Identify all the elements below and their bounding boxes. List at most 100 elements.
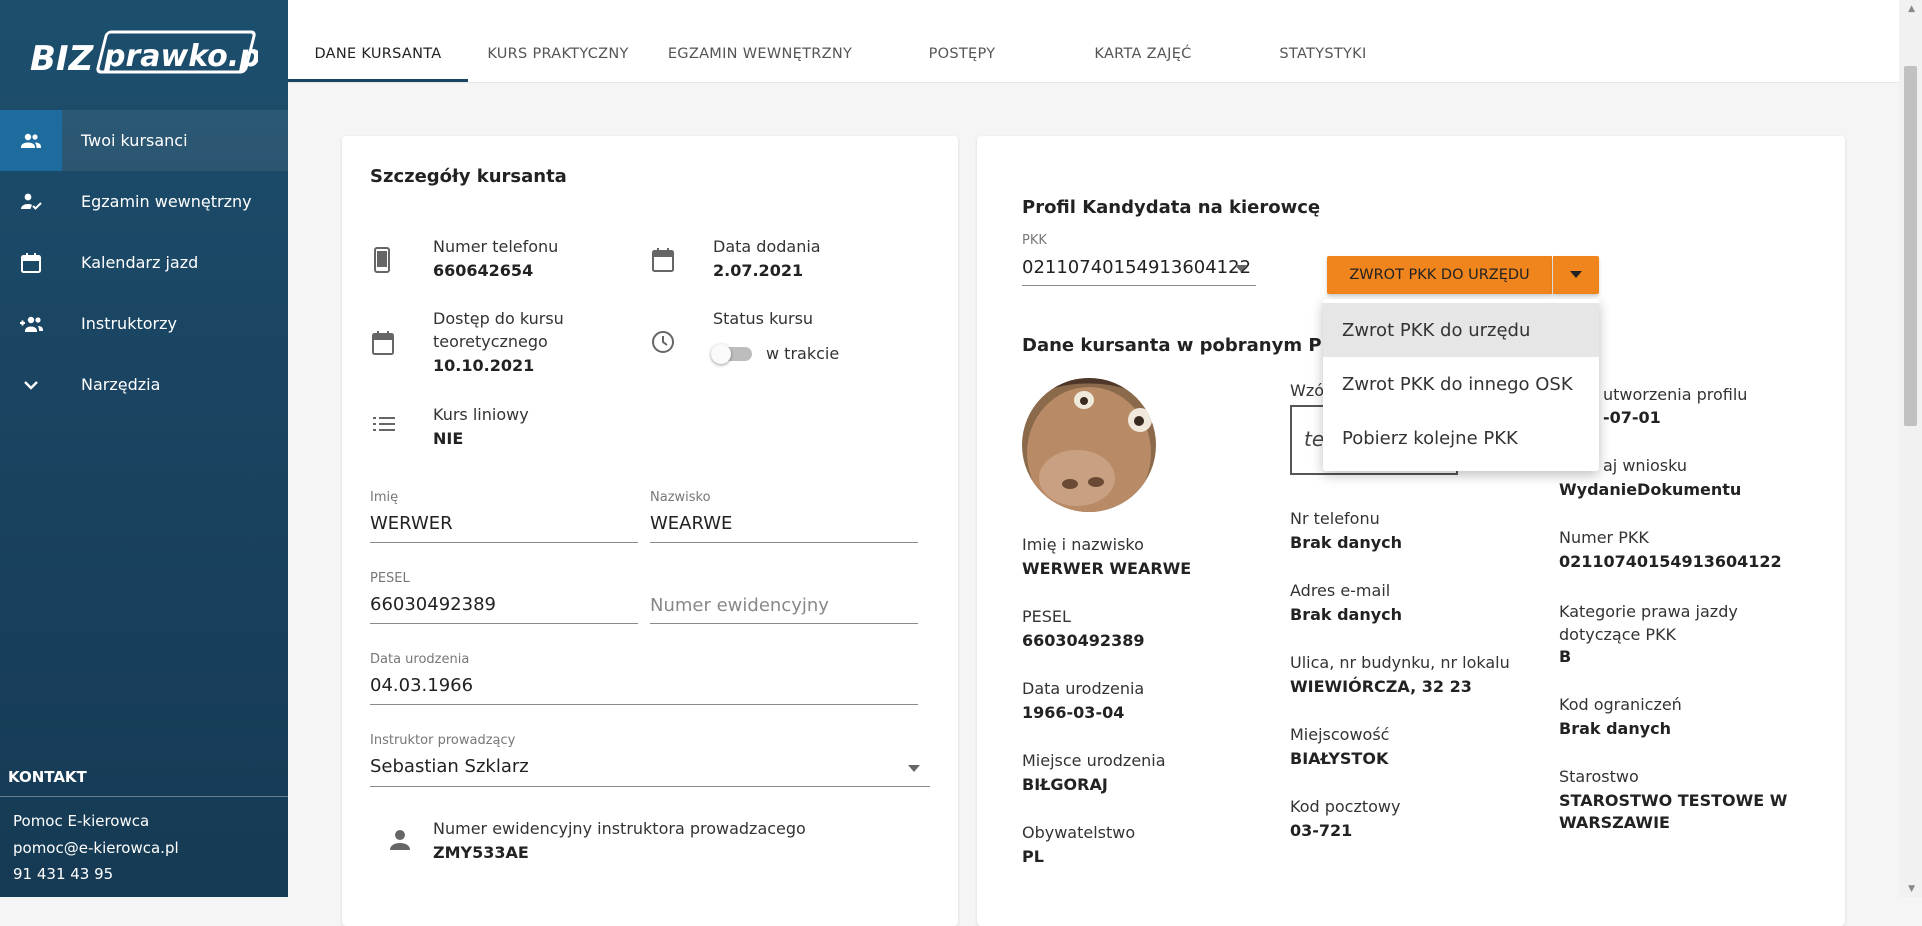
status-label: Status kursu bbox=[713, 309, 814, 328]
menu-item-fetch-next-pkk[interactable]: Pobierz kolejne PKK bbox=[1323, 411, 1599, 465]
linear-value: NIE bbox=[433, 429, 464, 448]
phone-icon bbox=[374, 247, 390, 273]
categories-value: B bbox=[1559, 647, 1572, 666]
sidebar-item-label: Instruktorzy bbox=[81, 314, 177, 333]
menu-item-return-to-office[interactable]: Zwrot PKK do urzędu bbox=[1323, 303, 1599, 357]
pkk-birth-date-label: Data urodzenia bbox=[1022, 679, 1145, 698]
list-icon bbox=[373, 417, 395, 431]
pkk-phone-value: Brak danych bbox=[1290, 533, 1403, 552]
calendar-icon bbox=[372, 331, 394, 355]
dropdown-arrow-icon[interactable] bbox=[1235, 265, 1247, 273]
evidence-number-field[interactable]: Numer ewidencyjny bbox=[650, 595, 829, 616]
signature-label: Wzó bbox=[1290, 381, 1325, 400]
logo-part1: BIZ bbox=[30, 39, 95, 79]
categories-label: Kategorie prawa jazdy dotyczące PKK bbox=[1559, 602, 1738, 644]
birth-place-label: Miejsce urodzenia bbox=[1022, 751, 1166, 770]
city-label: Miejscowość bbox=[1290, 725, 1390, 744]
sidebar-item-label: Egzamin wewnętrzny bbox=[81, 192, 252, 211]
pkk-number-value: 02110740154913604122 bbox=[1559, 552, 1782, 571]
instructor-underline bbox=[370, 786, 930, 787]
birth-date-field[interactable]: 04.03.1966 bbox=[370, 675, 473, 696]
profile-created-value: -07-01 bbox=[1603, 408, 1661, 427]
contact-heading: KONTAKT bbox=[8, 768, 87, 786]
logo-part2: prawko.pl bbox=[103, 39, 258, 74]
pkk-number-label: Numer PKK bbox=[1559, 528, 1649, 547]
street-label: Ulica, nr budynku, nr lokalu bbox=[1290, 653, 1510, 672]
phone-value: 660642654 bbox=[433, 261, 534, 280]
restriction-code-label: Kod ograniczeń bbox=[1559, 695, 1682, 714]
restriction-code-value: Brak danych bbox=[1559, 719, 1672, 738]
contact-phone[interactable]: 91 431 43 95 bbox=[13, 865, 113, 883]
clock-icon bbox=[652, 331, 674, 353]
first-name-underline bbox=[370, 542, 638, 543]
sidebar: BIZ prawko.pl Twoi kursanci Egzamin wewn… bbox=[0, 0, 288, 897]
person-check-icon bbox=[0, 171, 62, 232]
full-name-value: WERWER WEARWE bbox=[1022, 559, 1192, 578]
calendar-icon bbox=[0, 232, 62, 293]
city-value: BIAŁYSTOK bbox=[1290, 749, 1389, 768]
last-name-field[interactable]: WEARWE bbox=[650, 513, 732, 534]
instructor-label: Instruktor prowadzący bbox=[370, 733, 516, 748]
avatar bbox=[1022, 378, 1156, 512]
status-value: w trakcie bbox=[766, 344, 840, 363]
last-name-label: Nazwisko bbox=[650, 490, 711, 505]
person-icon bbox=[390, 830, 410, 850]
bizprawko-logo[interactable]: BIZ prawko.pl bbox=[30, 28, 258, 82]
dropdown-arrow-icon[interactable] bbox=[908, 765, 920, 773]
first-name-field[interactable]: WERWER bbox=[370, 513, 453, 534]
phone-label: Numer telefonu bbox=[433, 237, 559, 256]
profile-created-label: utworzenia profilu bbox=[1603, 385, 1748, 404]
access-label-line1: Dostęp do kursu bbox=[433, 309, 564, 328]
contact-email[interactable]: pomoc@e-kierowca.pl bbox=[13, 839, 179, 857]
last-name-underline bbox=[650, 542, 918, 543]
citizenship-value: PL bbox=[1022, 847, 1044, 866]
birth-place-value: BIŁGORAJ bbox=[1022, 775, 1108, 794]
first-name-label: Imię bbox=[370, 490, 399, 505]
starostwo-value-line2: WARSZAWIE bbox=[1559, 813, 1670, 832]
access-label-line2: teoretycznego bbox=[433, 332, 548, 351]
sidebar-item-twoi-kursanci[interactable]: Twoi kursanci bbox=[0, 110, 288, 171]
pkk-return-button[interactable]: ZWROT PKK DO URZĘDU bbox=[1327, 256, 1552, 294]
pkk-action-dropdown-button[interactable] bbox=[1553, 256, 1599, 294]
pkk-underline bbox=[1022, 285, 1256, 286]
application-type-label: aj wniosku bbox=[1603, 456, 1688, 475]
pkk-select[interactable]: 02110740154913604122 bbox=[1022, 257, 1251, 278]
tab-dane-kursanta[interactable]: DANE KURSANTA bbox=[314, 46, 441, 62]
sidebar-item-instruktorzy[interactable]: Instruktorzy bbox=[0, 293, 288, 354]
sidebar-item-label: Kalendarz jazd bbox=[81, 253, 199, 272]
sidebar-item-kalendarz-jazd[interactable]: Kalendarz jazd bbox=[0, 232, 288, 293]
tab-kurs-praktyczny[interactable]: KURS PRAKTYCZNY bbox=[487, 46, 628, 62]
email-label: Adres e-mail bbox=[1290, 581, 1391, 600]
added-value: 2.07.2021 bbox=[713, 261, 804, 280]
chevron-down-icon bbox=[0, 354, 62, 415]
sidebar-item-egzamin-wewnetrzny[interactable]: Egzamin wewnętrzny bbox=[0, 171, 288, 232]
linear-label: Kurs liniowy bbox=[433, 405, 529, 424]
postal-code-label: Kod pocztowy bbox=[1290, 797, 1401, 816]
status-toggle-knob bbox=[711, 344, 731, 364]
evidence-number-underline bbox=[650, 623, 918, 624]
pesel-field[interactable]: 66030492389 bbox=[370, 594, 496, 615]
pkk-data-section-title: Dane kursanta w pobranym PKK bbox=[1022, 335, 1350, 356]
pkk-pesel-value: 66030492389 bbox=[1022, 631, 1145, 650]
pkk-birth-date-value: 1966-03-04 bbox=[1022, 703, 1125, 722]
scroll-down-icon[interactable]: ▼ bbox=[1908, 884, 1915, 894]
full-name-label: Imię i nazwisko bbox=[1022, 535, 1144, 554]
sidebar-item-label: Twoi kursanci bbox=[81, 131, 188, 150]
tab-postepy[interactable]: POSTĘPY bbox=[929, 46, 996, 62]
scroll-up-icon[interactable]: ▲ bbox=[1908, 4, 1915, 14]
street-value: WIEWIÓRCZA, 32 23 bbox=[1290, 677, 1472, 696]
starostwo-label: Starostwo bbox=[1559, 767, 1639, 786]
student-details-title: Szczegóły kursanta bbox=[370, 166, 567, 187]
access-value: 10.10.2021 bbox=[433, 356, 535, 375]
email-value: Brak danych bbox=[1290, 605, 1403, 624]
starostwo-value-line1: STAROSTWO TESTOWE W bbox=[1559, 791, 1788, 810]
tab-egzamin-wewnetrzny[interactable]: EGZAMIN WEWNĘTRZNY bbox=[668, 46, 852, 62]
calendar-icon bbox=[652, 248, 674, 272]
caret-down-icon bbox=[1570, 271, 1582, 278]
instructor-select[interactable]: Sebastian Szklarz bbox=[370, 756, 529, 777]
scrollbar-thumb[interactable] bbox=[1904, 66, 1917, 426]
sidebar-item-narzedzia[interactable]: Narzędzia bbox=[0, 354, 288, 415]
tab-statystyki[interactable]: STATYSTYKI bbox=[1279, 46, 1366, 62]
menu-item-return-to-other-osk[interactable]: Zwrot PKK do innego OSK bbox=[1323, 357, 1599, 411]
tab-karta-zajec[interactable]: KARTA ZAJĘĆ bbox=[1094, 46, 1191, 62]
